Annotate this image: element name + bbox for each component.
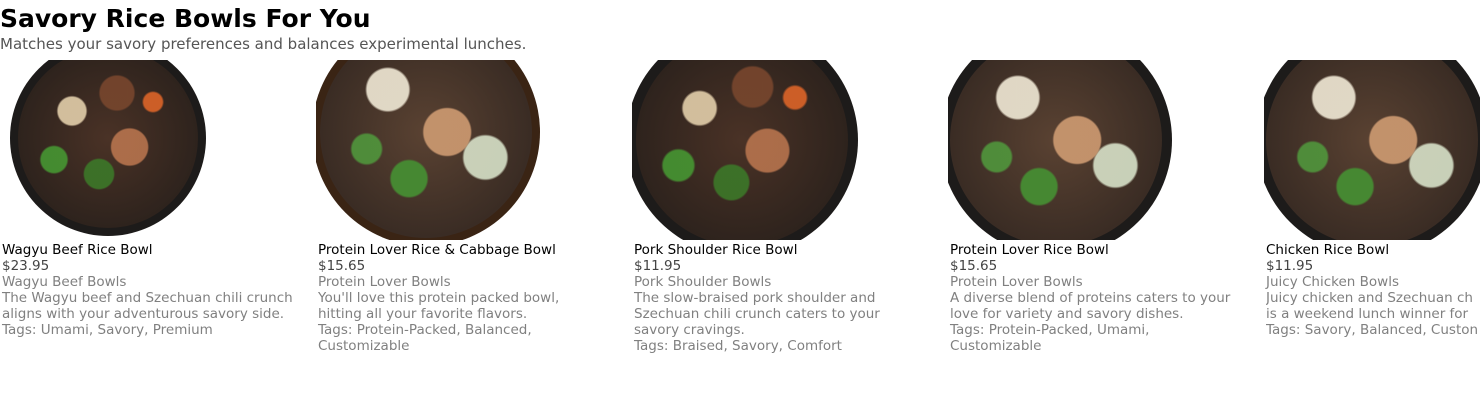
product-description: The slow-braised pork shoulder and Szech… — [634, 290, 880, 338]
product-price: $23.95 — [2, 258, 50, 274]
product-info: Protein Lover Rice & Cabbage Bowl $15.65… — [316, 242, 628, 354]
product-price: $11.95 — [1266, 258, 1314, 274]
product-card-protein-lover[interactable]: Protein Lover Rice Bowl $15.65 Protein L… — [948, 60, 1264, 360]
product-name[interactable]: Protein Lover Rice Bowl — [950, 242, 1260, 258]
product-image[interactable] — [1264, 60, 1480, 240]
product-name[interactable]: Chicken Rice Bowl — [1266, 242, 1480, 258]
product-image[interactable] — [632, 60, 872, 240]
product-description: A diverse blend of proteins caters to yo… — [950, 290, 1231, 322]
product-name[interactable]: Wagyu Beef Rice Bowl — [2, 242, 312, 258]
product-price: $15.65 — [950, 258, 998, 274]
product-info: Wagyu Beef Rice Bowl $23.95 Wagyu Beef B… — [0, 242, 312, 338]
product-info: Pork Shoulder Rice Bowl $11.95 Pork Shou… — [632, 242, 944, 354]
product-price: $15.65 — [318, 258, 366, 274]
product-card-chicken[interactable]: Chicken Rice Bowl $11.95 Juicy Chicken B… — [1264, 60, 1480, 360]
product-image[interactable] — [948, 60, 1188, 240]
food-shape — [1266, 60, 1478, 240]
product-info: Protein Lover Rice Bowl $15.65 Protein L… — [948, 242, 1260, 354]
product-description-line-2: is a weekend lunch winner for — [1266, 306, 1469, 322]
food-shape — [950, 60, 1162, 240]
product-tags: Tags: Protein-Packed, Umami, Customizabl… — [950, 322, 1150, 354]
product-name[interactable]: Pork Shoulder Rice Bowl — [634, 242, 944, 258]
product-category: Protein Lover Bowls — [318, 274, 451, 290]
product-card-protein-lover-cabbage[interactable]: Protein Lover Rice & Cabbage Bowl $15.65… — [316, 60, 632, 360]
product-tags: Tags: Braised, Savory, Comfort — [634, 338, 842, 354]
product-tags: Tags: Savory, Balanced, Custon — [1266, 322, 1479, 338]
product-price: $11.95 — [634, 258, 682, 274]
product-carousel[interactable]: Wagyu Beef Rice Bowl $23.95 Wagyu Beef B… — [0, 60, 1480, 400]
product-image[interactable] — [316, 60, 556, 240]
section-header: Savory Rice Bowls For You Matches your s… — [0, 0, 1480, 53]
product-description: The Wagyu beef and Szechuan chili crunch… — [2, 290, 293, 322]
section-title: Savory Rice Bowls For You — [0, 4, 371, 33]
section-subtitle: Matches your savory preferences and bala… — [0, 35, 527, 53]
product-name[interactable]: Protein Lover Rice & Cabbage Bowl — [318, 242, 628, 258]
product-description: Juicy chicken and Szechuan ch — [1266, 290, 1473, 306]
product-info: Chicken Rice Bowl $11.95 Juicy Chicken B… — [1264, 242, 1480, 338]
product-tags: Tags: Protein-Packed, Balanced, Customiz… — [318, 322, 532, 354]
product-card-wagyu-beef[interactable]: Wagyu Beef Rice Bowl $23.95 Wagyu Beef B… — [0, 60, 316, 360]
product-category: Protein Lover Bowls — [950, 274, 1083, 290]
product-category: Wagyu Beef Bowls — [2, 274, 127, 290]
food-shape — [636, 60, 848, 240]
product-description: You'll love this protein packed bowl, hi… — [318, 290, 560, 322]
product-card-pork-shoulder[interactable]: Pork Shoulder Rice Bowl $11.95 Pork Shou… — [632, 60, 948, 360]
product-category: Pork Shoulder Bowls — [634, 274, 772, 290]
product-tags: Tags: Umami, Savory, Premium — [2, 322, 213, 338]
product-image[interactable] — [0, 60, 240, 240]
product-category: Juicy Chicken Bowls — [1266, 274, 1399, 290]
